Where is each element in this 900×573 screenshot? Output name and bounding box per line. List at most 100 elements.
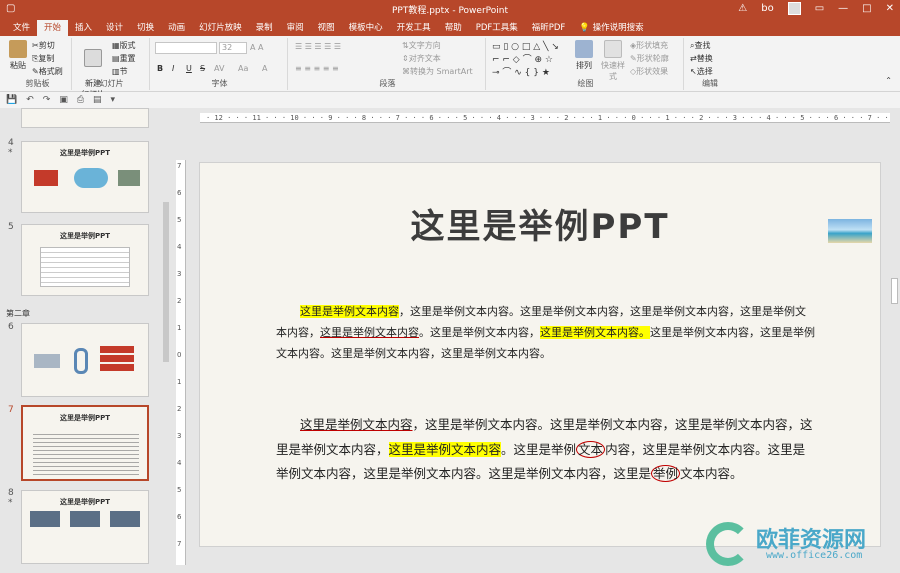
copy-button[interactable]: ⎘复制 [32, 53, 54, 64]
section-button[interactable]: ▥节 [112, 66, 128, 77]
tab-tell-me[interactable]: 💡 操作说明搜索 [572, 20, 650, 36]
tab-help[interactable]: 帮助 [438, 20, 469, 36]
drawing-group-label: 绘图 [577, 79, 594, 88]
horizontal-ruler: · 12 · · · 11 · · · 10 · · · 9 · · · 8 ·… [200, 113, 890, 123]
font-color-icon[interactable]: A [262, 64, 267, 73]
paste-button[interactable]: 粘贴 [6, 40, 30, 71]
thumbnail-slide-5[interactable]: 这里是举例PPT [21, 224, 149, 296]
section-header[interactable]: 第二章 [6, 308, 30, 319]
start-slideshow-icon[interactable]: ▣ [59, 95, 68, 105]
slide-number: 4 [8, 138, 14, 148]
bold-button[interactable]: B [157, 64, 163, 73]
thumbnail-slide-4[interactable]: 这里是举例PPT [21, 141, 149, 213]
brush-icon: ✎ [32, 67, 39, 76]
replace-icon: ⇄ [690, 54, 697, 63]
slide-thumbnail-pane: 4 * 这里是举例PPT 5 这里是举例PPT 第二章 6 7 这里是举例PPT… [0, 108, 172, 573]
tab-template-center[interactable]: 模板中心 [342, 20, 390, 36]
slide-title[interactable]: 这里是举例PPT [200, 199, 880, 248]
slide-number: 5 [8, 222, 14, 232]
save-icon[interactable]: 💾 [6, 95, 17, 105]
shape-fill-button[interactable]: ◈形状填充 [630, 40, 668, 51]
bullets-icon[interactable]: ☰ ☰ ☰ ☰ ☰ [295, 42, 341, 51]
change-case-button[interactable]: Aa [238, 64, 248, 73]
thumbnail-slide-8[interactable]: 这里是举例PPT [21, 490, 149, 564]
layout-button[interactable]: ▦版式 [112, 40, 136, 51]
scroll-thumb[interactable] [891, 278, 898, 304]
thumbnail-slide-3-partial[interactable] [21, 108, 149, 128]
user-name[interactable]: bo [761, 3, 773, 14]
text-paragraph-1[interactable]: 这里是举例文本内容，这里是举例文本内容。这里是举例文本内容，这里是举例文本内容，… [276, 301, 816, 364]
undo-icon[interactable]: ↶ [26, 95, 34, 105]
cut-button[interactable]: ✂剪切 [32, 40, 55, 51]
ruler-tick: 7 [177, 540, 182, 548]
slide-scrollbar[interactable] [888, 160, 900, 573]
font-name-field[interactable] [155, 42, 217, 54]
italic-button[interactable]: I [172, 64, 174, 73]
maximize-button[interactable]: □ [862, 3, 871, 14]
present-icon[interactable]: ▤ [93, 95, 102, 105]
find-button[interactable]: ⌕查找 [690, 40, 710, 51]
title-bar: ▢ PPT教程.pptx - PowerPoint ⚠ bo ▭ — □ ✕ [0, 0, 900, 18]
close-button[interactable]: ✕ [886, 3, 894, 14]
clipboard-group: 粘贴 ✂剪切 ⎘复制 ✎格式刷 剪贴板 [4, 38, 72, 90]
highlighted-text: 这里是举例文本内容 [300, 305, 399, 318]
thumb-shape [74, 348, 88, 374]
quick-styles-button[interactable]: 快速样式 [598, 40, 628, 82]
slide-canvas[interactable]: 这里是举例PPT 这里是举例文本内容，这里是举例文本内容。这里是举例文本内容，这… [199, 162, 881, 547]
smartart-button[interactable]: ⌘转换为 SmartArt [402, 66, 473, 77]
customize-qat-icon[interactable]: ▾ [111, 95, 116, 105]
thumbnail-slide-7-active[interactable]: 这里是举例PPT [21, 405, 149, 481]
avatar[interactable] [787, 2, 801, 15]
select-button[interactable]: ↖选择 [690, 66, 713, 77]
arrange-label: 排列 [576, 61, 592, 70]
tab-home[interactable]: 开始 [37, 20, 69, 36]
tab-developer[interactable]: 开发工具 [390, 20, 438, 36]
ribbon-display-icon[interactable]: ▭ [815, 3, 824, 14]
ink-circled-text: 文本 [576, 440, 606, 458]
thumb-image [74, 168, 108, 188]
tab-design[interactable]: 设计 [99, 20, 130, 36]
shapes-gallery[interactable]: ▭ ▯ ○ □ △ ╲ ↘ ⌐ ⌐ ◇ ⌒ ⊕ ☆ ⊸ ⌒ ∿ { } ★ [492, 42, 559, 78]
slide-beach-image[interactable] [828, 219, 872, 243]
align-text-icon: ⇕ [402, 54, 409, 63]
thumbnail-scrollbar[interactable] [163, 110, 169, 570]
reset-button[interactable]: ▤重置 [112, 53, 136, 64]
ruler-tick: 6 [177, 189, 182, 197]
tab-transitions[interactable]: 切换 [130, 20, 161, 36]
grow-font-icon[interactable]: A A [250, 43, 264, 52]
section-label: 节 [119, 67, 128, 76]
ink-underlined-text: 这里是举例文本内容 [300, 417, 413, 432]
thumb-shape [70, 511, 100, 527]
tab-record[interactable]: 录制 [249, 20, 280, 36]
tab-review[interactable]: 审阅 [280, 20, 311, 36]
shape-effects-button[interactable]: ◇形状效果 [630, 66, 668, 77]
tab-animations[interactable]: 动画 [161, 20, 192, 36]
char-spacing-button[interactable]: AV [214, 64, 224, 73]
collapse-ribbon-icon[interactable]: ⌃ [885, 76, 892, 85]
strikethrough-button[interactable]: S [200, 64, 205, 73]
format-painter-button[interactable]: ✎格式刷 [32, 66, 63, 77]
align-text-button[interactable]: ⇕对齐文本 [402, 53, 441, 64]
warning-icon[interactable]: ⚠ [738, 3, 747, 14]
new-slide-button[interactable]: 新建 幻灯片 [78, 40, 108, 100]
tab-foxit-pdf[interactable]: 福昕PDF [525, 20, 573, 36]
thumb-text-lines [33, 431, 139, 475]
minimize-button[interactable]: — [838, 3, 848, 14]
tab-file[interactable]: 文件 [6, 20, 37, 36]
underline-button[interactable]: U [186, 64, 192, 73]
redo-icon[interactable]: ↷ [43, 95, 51, 105]
tab-insert[interactable]: 插入 [68, 20, 99, 36]
shape-outline-button[interactable]: ✎形状轮廓 [630, 53, 669, 64]
replace-button[interactable]: ⇄替换 [690, 53, 713, 64]
text-paragraph-2[interactable]: 这里是举例文本内容，这里是举例文本内容。这里是举例文本内容，这里是举例文本内容，… [276, 413, 816, 487]
thumbnail-slide-6[interactable] [21, 323, 149, 397]
text-direction-button[interactable]: ⇅文字方向 [402, 40, 441, 51]
scroll-thumb[interactable] [163, 202, 169, 362]
arrange-button[interactable]: 排列 [572, 40, 596, 71]
font-size-field[interactable]: 32 [219, 42, 247, 54]
tab-view[interactable]: 视图 [311, 20, 342, 36]
tab-pdf-tools[interactable]: PDF工具集 [469, 20, 525, 36]
align-icons[interactable]: ≡ ≡ ≡ ≡ ≡ [295, 64, 339, 73]
print-icon[interactable]: ⎙ [77, 95, 84, 105]
tab-slideshow[interactable]: 幻灯片放映 [192, 20, 249, 36]
